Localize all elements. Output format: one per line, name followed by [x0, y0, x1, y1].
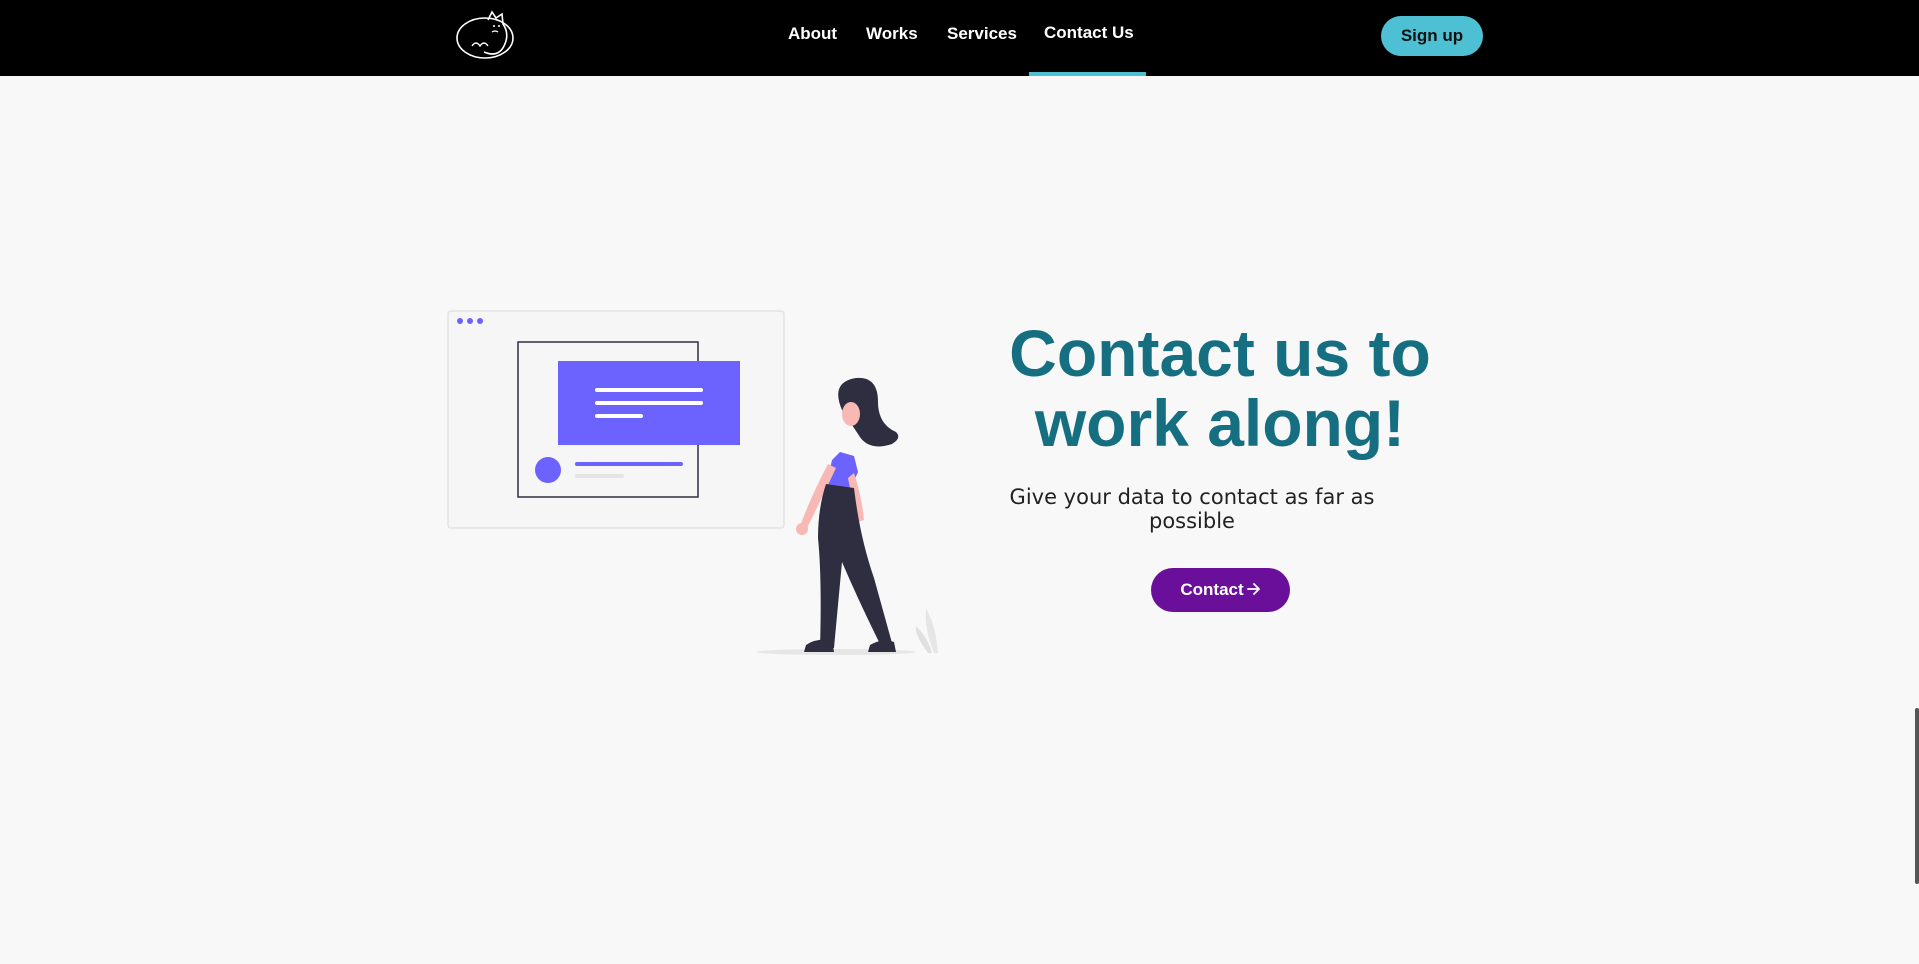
- hero-subtitle: Give your data to contact as far as poss…: [1009, 485, 1375, 533]
- illustration-graphic: [447, 310, 938, 655]
- arrow-right-icon: [1246, 580, 1261, 600]
- nav-active-indicator: [1029, 72, 1146, 76]
- nav-link-works[interactable]: Works: [866, 24, 918, 44]
- sign-up-button[interactable]: Sign up: [1381, 16, 1483, 56]
- navbar: About Works Services Contact Us Sign up: [0, 0, 1919, 76]
- nav-link-services[interactable]: Services: [947, 24, 1017, 44]
- hero-title-line-1: Contact us to: [1009, 316, 1431, 390]
- contact-button-label: Contact: [1180, 580, 1244, 599]
- hero-title-line-2: work along!: [1034, 386, 1406, 460]
- hero-title: Contact us to work along!: [960, 318, 1480, 458]
- scrollbar-thumb[interactable]: [1915, 708, 1919, 884]
- nav-link-about[interactable]: About: [788, 24, 837, 44]
- cat-logo-icon[interactable]: [454, 8, 516, 62]
- contact-illustration: [446, 308, 946, 663]
- contact-button[interactable]: Contact: [1151, 568, 1290, 612]
- nav-link-contact-us[interactable]: Contact Us: [1044, 23, 1134, 43]
